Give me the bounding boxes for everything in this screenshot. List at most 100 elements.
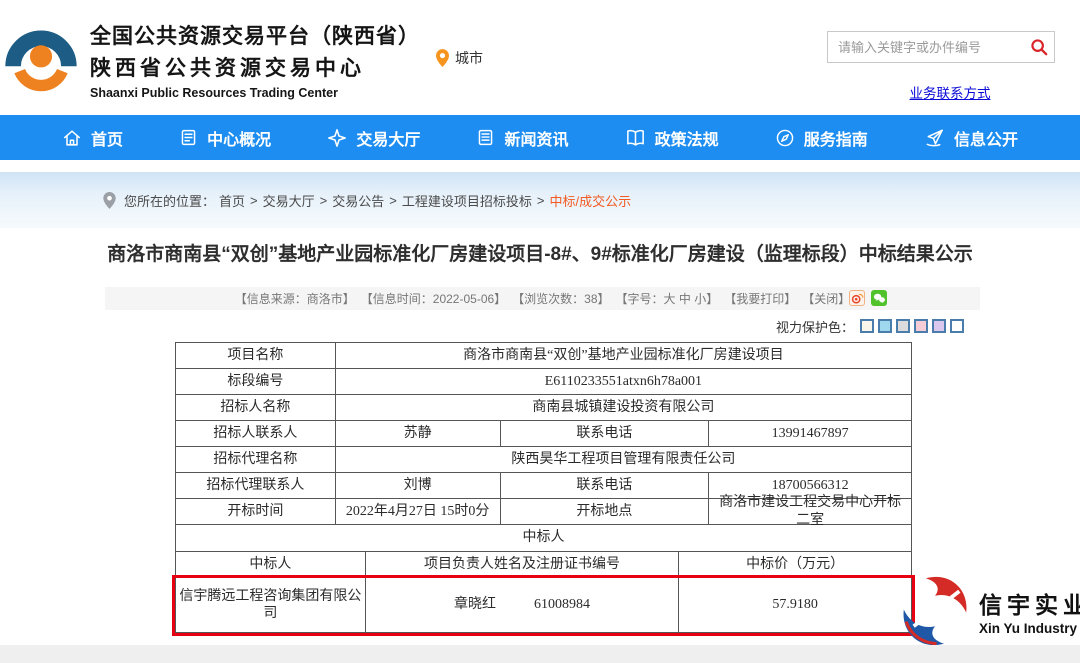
footer-strip (0, 645, 1080, 663)
page-title: 商洛市商南县“双创”基地产业园标准化厂房建设项目-8#、9#标准化厂房建设（监理… (0, 239, 1080, 266)
site-title-english: Shaanxi Public Resources Trading Center (90, 86, 420, 100)
cell-winner-col-header: 中标人 (176, 552, 366, 578)
cell-tenderer-phone-value: 13991467897 (709, 421, 912, 447)
cell-project-name-value: 商洛市商南县“双创”基地产业园标准化厂房建设项目 (336, 343, 912, 369)
breadcrumb-separator: > (320, 193, 328, 208)
eye-protection-row: 视力保护色： (0, 317, 964, 335)
cell-tenderer-phone-label: 联系电话 (501, 421, 710, 447)
cell-agency-phone-label: 联系电话 (501, 473, 710, 499)
nav-item-trading-hall[interactable]: 交易大厅 (327, 126, 420, 150)
table-row: 标段编号 E6110233551atxn6h78a001 (176, 369, 912, 395)
meta-source: 【信息来源：商洛市】 (235, 290, 355, 307)
cell-tenderer-value: 商南县城镇建设投资有限公司 (336, 395, 912, 421)
cell-price-col-header: 中标价（万元） (679, 552, 912, 578)
table-row: 招标人名称 商南县城镇建设投资有限公司 (176, 395, 912, 421)
nav-item-news[interactable]: 新闻资讯 (476, 126, 568, 150)
meta-close-button[interactable]: 【关闭】 (802, 290, 850, 307)
breadcrumb-item-announcements[interactable]: 交易公告 (332, 191, 384, 210)
meta-date: 【信息时间：2022-05-06】 (361, 290, 506, 307)
news-icon (476, 128, 495, 147)
table-section-row: 中标人 (176, 525, 912, 552)
breadcrumb-separator: > (389, 193, 397, 208)
site-header: 全国公共资源交易平台（陕西省） 陕西省公共资源交易中心 Shaanxi Publ… (0, 0, 1080, 115)
cell-agency-value: 陕西昊华工程项目管理有限责任公司 (336, 447, 912, 473)
share-icon (924, 127, 945, 148)
nav-item-overview[interactable]: 中心概况 (179, 126, 271, 150)
weibo-share-icon[interactable] (849, 290, 865, 306)
breadcrumb-pin-icon (103, 192, 116, 209)
breadcrumb-separator: > (537, 193, 545, 208)
cell-open-time-value: 2022年4月27日 15时0分 (336, 499, 501, 525)
table-row: 项目名称 商洛市商南县“双创”基地产业园标准化厂房建设项目 (176, 343, 912, 369)
eye-color-swatch-purple[interactable] (932, 319, 946, 333)
eye-color-swatch-white[interactable] (950, 319, 964, 333)
site-title-line1: 全国公共资源交易平台（陕西省） (90, 20, 420, 50)
site-logo-icon (0, 14, 82, 102)
cell-open-place-value: 商洛市建设工程交易中心开标二室 (709, 499, 912, 525)
xinyu-name-cn: 信宇实业 (979, 586, 1080, 620)
book-icon (625, 127, 646, 148)
cell-section-no-label: 标段编号 (176, 369, 336, 395)
nav-label-overview: 中心概况 (207, 126, 271, 150)
cell-agency-label: 招标代理名称 (176, 447, 336, 473)
page: 全国公共资源交易平台（陕西省） 陕西省公共资源交易中心 Shaanxi Publ… (0, 0, 1080, 663)
winner-manager-name: 章晓红 (454, 596, 496, 614)
city-selector[interactable]: 城市 (436, 48, 483, 68)
eye-color-swatch-blue[interactable] (878, 319, 892, 333)
cell-section-no-value: E6110233551atxn6h78a001 (336, 369, 912, 395)
breadcrumb-item-construction-bidding[interactable]: 工程建设项目招标投标 (402, 191, 532, 210)
xinyu-name-en: Xin Yu Industry (979, 621, 1080, 636)
cell-open-place-label: 开标地点 (501, 499, 710, 525)
search-box (827, 31, 1055, 63)
eye-protection-label: 视力保护色： (776, 317, 854, 336)
breadcrumb-item-trading-hall[interactable]: 交易大厅 (263, 191, 315, 210)
cell-agency-contact-value: 刘博 (336, 473, 501, 499)
winner-cert-no: 61008984 (534, 596, 590, 614)
nav-item-home[interactable]: 首页 (62, 126, 123, 150)
cell-winner-price: 57.9180 (679, 578, 912, 633)
table-header-row: 中标人 项目负责人姓名及注册证书编号 中标价（万元） (176, 552, 912, 578)
winner-row: 信宇腾远工程咨询集团有限公司 章晓红 61008984 57.9180 (176, 578, 912, 633)
nav-label-trading-hall: 交易大厅 (356, 126, 420, 150)
table-row: 招标人联系人 苏静 联系电话 13991467897 (176, 421, 912, 447)
wechat-share-icon[interactable] (871, 290, 887, 306)
nav-item-service-guide[interactable]: 服务指南 (775, 126, 868, 150)
star-icon (327, 128, 347, 148)
nav-item-info-disclosure[interactable]: 信息公开 (924, 126, 1018, 150)
breadcrumb-separator: > (250, 193, 258, 208)
search-button[interactable] (1024, 32, 1054, 62)
search-icon (1030, 38, 1048, 56)
cell-tenderer-label: 招标人名称 (176, 395, 336, 421)
cell-tenderer-contact-value: 苏静 (336, 421, 501, 447)
eye-color-swatch-gray[interactable] (896, 319, 910, 333)
cell-agency-contact-label: 招标代理联系人 (176, 473, 336, 499)
city-label: 城市 (455, 48, 483, 68)
breadcrumb: 您所在的位置： 首页 > 交易大厅 > 交易公告 > 工程建设项目招标投标 > … (124, 191, 631, 210)
cell-winner-manager: 章晓红 61008984 (366, 578, 680, 633)
table-row: 开标时间 2022年4月27日 15时0分 开标地点 商洛市建设工程交易中心开标… (176, 499, 912, 525)
cell-winner-company: 信宇腾远工程咨询集团有限公司 (176, 578, 366, 633)
nav-label-policies: 政策法规 (655, 126, 719, 150)
business-contact-link[interactable]: 业务联系方式 (880, 82, 1020, 102)
xinyu-logo-icon (897, 573, 973, 649)
breadcrumb-current: 中标/成交公示 (549, 191, 631, 210)
nav-label-service-guide: 服务指南 (804, 126, 868, 150)
bid-result-table: 项目名称 商洛市商南县“双创”基地产业园标准化厂房建设项目 标段编号 E6110… (175, 342, 912, 633)
breadcrumb-prefix: 您所在的位置： (124, 191, 215, 210)
cell-manager-col-header: 项目负责人姓名及注册证书编号 (366, 552, 680, 578)
eye-color-swatch-cream[interactable] (860, 319, 874, 333)
search-input[interactable] (828, 40, 1024, 55)
cell-winner-section-title: 中标人 (176, 525, 912, 552)
meta-print-button[interactable]: 【我要打印】 (724, 290, 796, 307)
home-icon (62, 128, 82, 148)
meta-font-size-controls[interactable]: 【字号：大 中 小】 (616, 290, 719, 307)
nav-item-policies[interactable]: 政策法规 (625, 126, 719, 150)
nav-label-home: 首页 (91, 126, 123, 150)
eye-color-swatch-pink[interactable] (914, 319, 928, 333)
location-pin-icon (436, 49, 449, 67)
main-nav: 首页 中心概况 交易大厅 新闻资讯 政策法规 (0, 115, 1080, 160)
cell-project-name-label: 项目名称 (176, 343, 336, 369)
breadcrumb-item-home[interactable]: 首页 (219, 191, 245, 210)
nav-label-info-disclosure: 信息公开 (954, 126, 1018, 150)
document-icon (179, 128, 198, 147)
